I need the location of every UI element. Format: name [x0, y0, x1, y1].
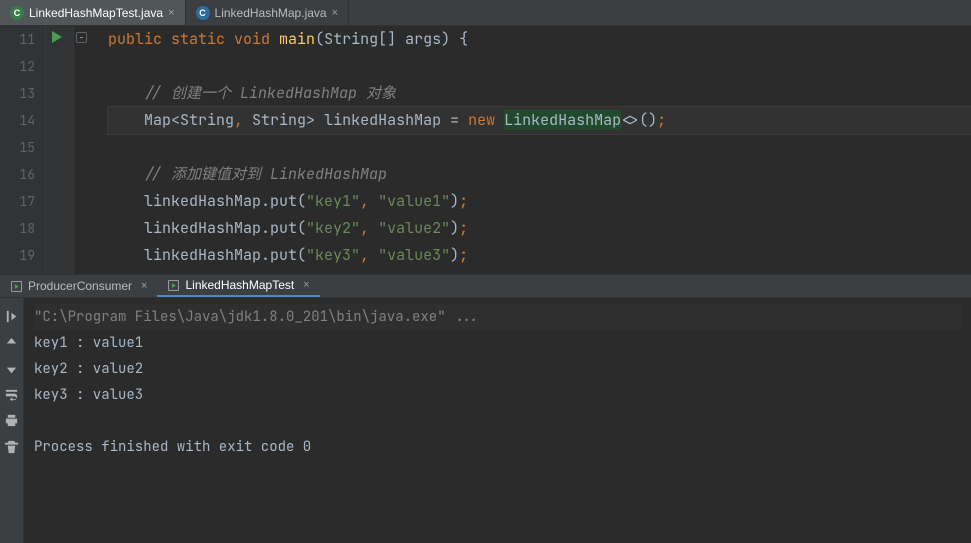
- line-number-gutter: 111213141516171819: [0, 26, 46, 274]
- run-gutter: [46, 26, 74, 274]
- console-line: key3 : value3: [34, 382, 961, 408]
- wrap-icon[interactable]: [4, 386, 20, 402]
- console-output[interactable]: "C:\Program Files\Java\jdk1.8.0_201\bin\…: [24, 298, 971, 543]
- file-tab-label: LinkedHashMapTest.java: [29, 6, 163, 20]
- up-icon[interactable]: [4, 334, 20, 350]
- close-icon[interactable]: ×: [168, 7, 174, 19]
- code-editor[interactable]: 111213141516171819 − public static void …: [0, 26, 971, 274]
- close-icon[interactable]: ×: [303, 279, 309, 291]
- run-panel-tab-bar: ProducerConsumer × LinkedHashMapTest ×: [0, 274, 971, 298]
- console-line: [34, 408, 961, 434]
- code-line[interactable]: linkedHashMap.put("key1", "value1");: [108, 188, 971, 215]
- run-config-icon: [167, 279, 180, 292]
- class-icon: C: [10, 6, 24, 20]
- code-line[interactable]: linkedHashMap.put("key2", "value2");: [108, 215, 971, 242]
- console-command: "C:\Program Files\Java\jdk1.8.0_201\bin\…: [34, 304, 961, 330]
- run-tool-window: "C:\Program Files\Java\jdk1.8.0_201\bin\…: [0, 298, 971, 543]
- code-line[interactable]: // 添加键值对到 LinkedHashMap: [108, 161, 971, 188]
- class-icon: C: [196, 6, 210, 20]
- collapse-icon[interactable]: [4, 308, 20, 324]
- close-icon[interactable]: ×: [141, 280, 147, 292]
- code-area[interactable]: public static void main(String[] args) {…: [96, 26, 971, 274]
- code-line[interactable]: [108, 134, 971, 161]
- print-icon[interactable]: [4, 412, 20, 428]
- code-line[interactable]: public static void main(String[] args) {: [108, 26, 971, 53]
- code-line[interactable]: [108, 53, 971, 80]
- code-line[interactable]: // 创建一个 LinkedHashMap 对象: [108, 80, 971, 107]
- file-tab-bar: C LinkedHashMapTest.java × C LinkedHashMap.j…: [0, 0, 971, 26]
- fold-toggle-icon[interactable]: −: [76, 32, 87, 43]
- run-tab-0[interactable]: ProducerConsumer ×: [0, 275, 157, 297]
- fold-gutter: −: [74, 26, 96, 274]
- close-icon[interactable]: ×: [332, 7, 338, 19]
- console-line: key1 : value1: [34, 330, 961, 356]
- file-tab-label: LinkedHashMap.java: [215, 6, 327, 20]
- file-tab-1[interactable]: C LinkedHashMap.java ×: [186, 0, 350, 25]
- file-tab-0[interactable]: C LinkedHashMapTest.java ×: [0, 0, 186, 25]
- run-config-icon: [10, 280, 23, 293]
- code-line[interactable]: Map<String, String> linkedHashMap = new …: [108, 107, 971, 134]
- trash-icon[interactable]: [4, 438, 20, 454]
- down-icon[interactable]: [4, 360, 20, 376]
- console-line: Process finished with exit code 0: [34, 434, 961, 460]
- run-tab-label: ProducerConsumer: [28, 279, 132, 293]
- run-tab-1[interactable]: LinkedHashMapTest ×: [157, 275, 319, 297]
- run-tab-label: LinkedHashMapTest: [185, 278, 294, 292]
- code-line[interactable]: linkedHashMap.put("key3", "value3");: [108, 242, 971, 269]
- console-line: key2 : value2: [34, 356, 961, 382]
- play-icon[interactable]: [52, 31, 62, 43]
- console-toolbar: [0, 298, 24, 543]
